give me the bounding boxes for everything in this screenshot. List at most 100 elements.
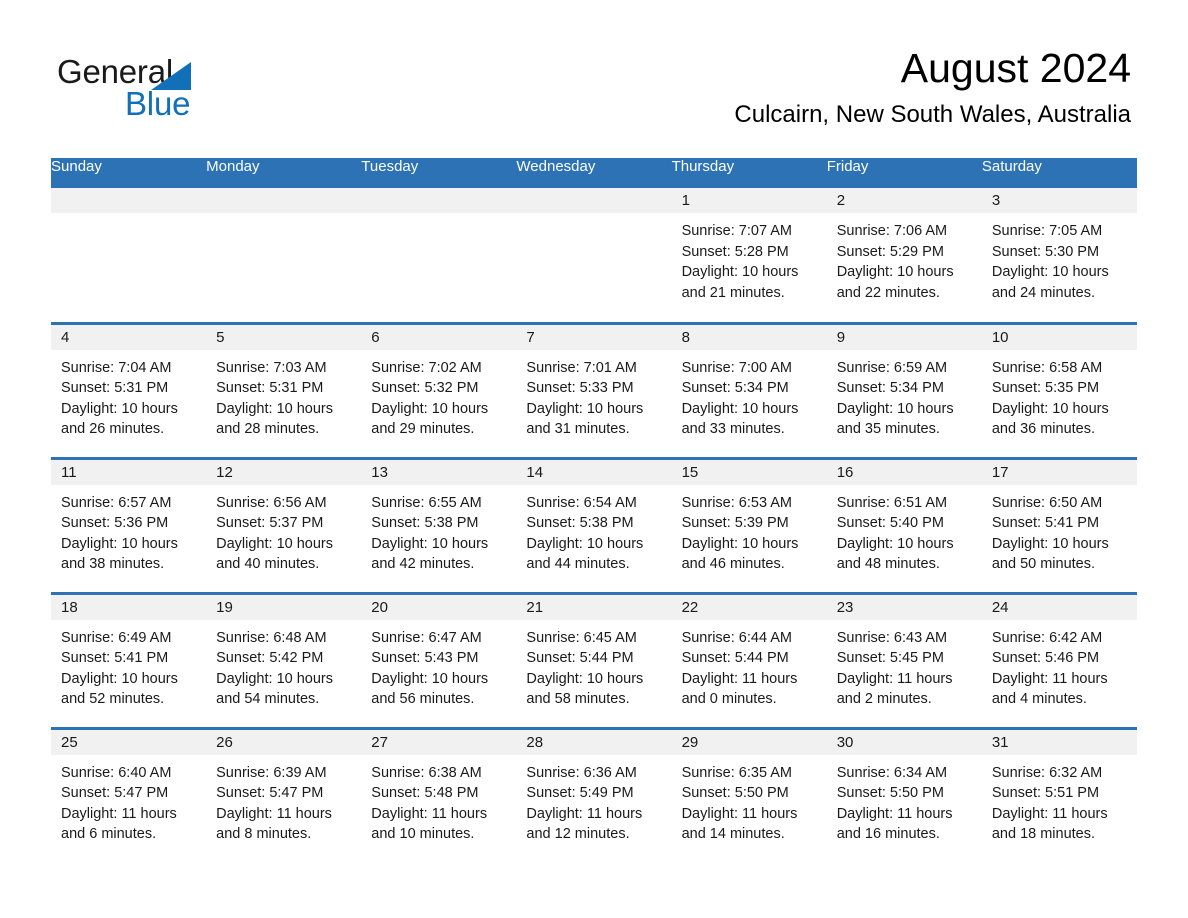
day-detail-daylight-line1: Daylight: 11 hours [836,805,953,822]
day-details: Sunrise: 7:05 AM Sunset: 5:30 PM Daylight:… [982,213,1137,303]
day-detail-sunrise: Sunrise: 7:03 AM [216,359,327,376]
day-detail-sunrise: Sunrise: 6:58 AM [991,359,1103,376]
day-detail-daylight-line1: Daylight: 10 hours [991,535,1109,552]
calendar-day-cell[interactable]: 26 Sunrise: 6:39 AM Sunset: 5:47 PM Dayligh… [206,726,362,863]
day-detail-sunset: Sunset: 5:29 PM [836,243,944,260]
calendar-day-cell[interactable]: 17 Sunrise: 6:50 AM Sunset: 5:41 PM Dayligh… [981,456,1137,593]
calendar-day-cell[interactable]: 31 Sunrise: 6:32 AM Sunset: 5:51 PM Dayligh… [981,726,1137,863]
day-detail-sunrise: Sunrise: 6:49 AM [61,629,172,646]
day-number: 13 [361,459,517,485]
calendar-day-cell[interactable]: 1 Sunrise: 7:07 AM Sunset: 5:28 PM Daylight… [671,188,827,323]
day-details: Sunrise: 6:58 AM Sunset: 5:35 PM Daylight:… [982,350,1137,440]
calendar-day-cell[interactable]: 25 Sunrise: 6:40 AM Sunset: 5:47 PM Dayligh… [51,726,207,863]
weekday-header-thursday: Thursday [671,158,827,188]
day-detail-daylight-line1: Daylight: 11 hours [526,805,643,822]
calendar-day-cell[interactable]: 19 Sunrise: 6:48 AM Sunset: 5:42 PM Dayligh… [206,591,362,728]
day-detail-daylight-line1: Daylight: 10 hours [681,264,799,280]
calendar-day-cell[interactable]: 7 Sunrise: 7:01 AM Sunset: 5:33 PM Daylight… [516,321,672,458]
day-detail-daylight-line2: and 31 minutes. [526,421,630,437]
calendar-day-cell[interactable]: 4 Sunrise: 7:04 AM Sunset: 5:31 PM Daylight… [51,321,207,458]
calendar-day-cell[interactable]: 23 Sunrise: 6:43 AM Sunset: 5:45 PM Dayligh… [826,591,982,728]
day-detail-sunset: Sunset: 5:50 PM [836,785,944,801]
day-detail-daylight-line1: Daylight: 10 hours [371,670,489,687]
calendar-day-cell[interactable]: 30 Sunrise: 6:34 AM Sunset: 5:50 PM Dayligh… [826,726,982,863]
calendar-day-cell[interactable]: 8 Sunrise: 7:00 AM Sunset: 5:34 PM Daylight… [671,321,827,458]
calendar-day-cell[interactable]: 5 Sunrise: 7:03 AM Sunset: 5:31 PM Daylight… [206,321,362,458]
calendar-day-cell[interactable]: 16 Sunrise: 6:51 AM Sunset: 5:40 PM Dayligh… [826,456,982,593]
day-number: 25 [51,729,207,755]
calendar-day-cell[interactable]: 27 Sunrise: 6:38 AM Sunset: 5:48 PM Dayligh… [361,726,517,863]
calendar-day-cell[interactable]: 18 Sunrise: 6:49 AM Sunset: 5:41 PM Dayligh… [51,591,207,728]
calendar-day-cell[interactable]: 12 Sunrise: 6:56 AM Sunset: 5:37 PM Dayligh… [206,456,362,593]
day-detail-sunset: Sunset: 5:44 PM [526,650,634,666]
day-detail-daylight-line2: and 35 minutes. [836,421,940,437]
day-cell-inner: 17 Sunrise: 6:50 AM Sunset: 5:41 PM Dayligh… [981,459,1137,592]
day-cell-inner: 2 Sunrise: 7:06 AM Sunset: 5:29 PM Daylight… [826,188,982,322]
day-detail-daylight-line2: and 58 minutes. [526,691,630,707]
calendar-day-cell[interactable]: 22 Sunrise: 6:44 AM Sunset: 5:44 PM Dayligh… [671,591,827,728]
day-detail-daylight-line1: Daylight: 11 hours [216,805,332,822]
calendar-day-cell[interactable]: 21 Sunrise: 6:45 AM Sunset: 5:44 PM Dayligh… [516,591,672,728]
day-cell-inner: 9 Sunrise: 6:59 AM Sunset: 5:34 PM Daylight… [826,324,982,457]
day-detail-sunset: Sunset: 5:51 PM [991,785,1100,801]
day-detail-sunrise: Sunrise: 6:44 AM [681,629,792,646]
calendar-day-cell[interactable]: 3 Sunrise: 7:05 AM Sunset: 5:30 PM Daylight… [981,188,1137,323]
day-number: 9 [826,324,982,350]
day-details: Sunrise: 6:45 AM Sunset: 5:44 PM Daylight:… [516,620,671,710]
day-number: 4 [51,324,207,350]
calendar-cell-empty [51,188,207,323]
calendar-body: 1 Sunrise: 7:07 AM Sunset: 5:28 PM Daylight… [51,188,1137,863]
day-details: Sunrise: 6:34 AM Sunset: 5:50 PM Daylight:… [827,755,982,845]
day-detail-sunset: Sunset: 5:38 PM [526,515,634,531]
general-blue-logo[interactable]: General Blue [57,54,317,126]
day-detail-daylight-line2: and 28 minutes. [216,421,320,437]
day-detail-sunset: Sunset: 5:35 PM [991,380,1100,396]
day-cell-inner: 21 Sunrise: 6:45 AM Sunset: 5:44 PM Dayligh… [516,594,672,727]
day-detail-sunset: Sunset: 5:41 PM [991,515,1100,531]
day-details: Sunrise: 6:49 AM Sunset: 5:41 PM Daylight:… [51,620,206,710]
day-detail-sunset: Sunset: 5:41 PM [61,650,169,666]
day-detail-daylight-line2: and 8 minutes. [216,826,312,842]
calendar-day-cell[interactable]: 2 Sunrise: 7:06 AM Sunset: 5:29 PM Daylight… [826,188,982,323]
day-detail-daylight-line1: Daylight: 11 hours [836,670,953,687]
calendar-day-cell[interactable]: 24 Sunrise: 6:42 AM Sunset: 5:46 PM Dayligh… [981,591,1137,728]
day-cell-inner: 13 Sunrise: 6:55 AM Sunset: 5:38 PM Dayligh… [361,459,517,592]
day-detail-sunset: Sunset: 5:34 PM [836,380,944,396]
day-cell-inner: 8 Sunrise: 7:00 AM Sunset: 5:34 PM Daylight… [671,324,827,457]
calendar-day-cell[interactable]: 9 Sunrise: 6:59 AM Sunset: 5:34 PM Daylight… [826,321,982,458]
day-detail-daylight-line2: and 48 minutes. [836,556,940,572]
calendar-day-cell[interactable]: 11 Sunrise: 6:57 AM Sunset: 5:36 PM Dayligh… [51,456,207,593]
day-number: 11 [51,459,207,485]
day-detail-daylight-line2: and 38 minutes. [61,556,165,572]
calendar-day-cell[interactable]: 13 Sunrise: 6:55 AM Sunset: 5:38 PM Dayligh… [361,456,517,593]
calendar-day-cell[interactable]: 15 Sunrise: 6:53 AM Sunset: 5:39 PM Dayligh… [671,456,827,593]
day-detail-sunset: Sunset: 5:38 PM [371,515,479,531]
calendar-week-row: 4 Sunrise: 7:04 AM Sunset: 5:31 PM Daylight… [51,321,1137,458]
day-detail-sunrise: Sunrise: 7:02 AM [371,359,482,376]
calendar-day-cell[interactable]: 10 Sunrise: 6:58 AM Sunset: 5:35 PM Dayligh… [981,321,1137,458]
day-number: 15 [671,459,827,485]
day-details: Sunrise: 7:07 AM Sunset: 5:28 PM Daylight:… [672,213,827,303]
calendar-page: General Blue August 2024 Culcairn, New S… [0,0,1188,918]
day-number: 1 [671,188,827,213]
day-detail-daylight-line1: Daylight: 10 hours [61,535,178,552]
calendar-week-row: 1 Sunrise: 7:07 AM Sunset: 5:28 PM Daylight… [51,188,1137,323]
day-detail-sunrise: Sunrise: 6:40 AM [61,764,172,781]
calendar-day-cell[interactable]: 29 Sunrise: 6:35 AM Sunset: 5:50 PM Dayligh… [671,726,827,863]
day-number: 14 [516,459,672,485]
day-detail-daylight-line2: and 26 minutes. [61,421,165,437]
calendar-day-cell[interactable]: 14 Sunrise: 6:54 AM Sunset: 5:38 PM Dayligh… [516,456,672,593]
calendar-day-cell[interactable]: 28 Sunrise: 6:36 AM Sunset: 5:49 PM Dayligh… [516,726,672,863]
day-detail-daylight-line2: and 54 minutes. [216,691,320,707]
day-details: Sunrise: 6:32 AM Sunset: 5:51 PM Daylight:… [982,755,1137,845]
day-detail-daylight-line1: Daylight: 10 hours [836,400,954,417]
day-number [206,188,362,213]
day-detail-sunrise: Sunrise: 6:51 AM [836,494,948,511]
day-cell-inner: 5 Sunrise: 7:03 AM Sunset: 5:31 PM Daylight… [206,324,362,457]
day-number: 3 [981,188,1137,213]
day-number: 12 [206,459,362,485]
day-detail-sunrise: Sunrise: 6:57 AM [61,494,172,511]
calendar-day-cell[interactable]: 20 Sunrise: 6:47 AM Sunset: 5:43 PM Dayligh… [361,591,517,728]
calendar-day-cell[interactable]: 6 Sunrise: 7:02 AM Sunset: 5:32 PM Daylight… [361,321,517,458]
day-cell-inner: 4 Sunrise: 7:04 AM Sunset: 5:31 PM Daylight… [51,324,207,457]
